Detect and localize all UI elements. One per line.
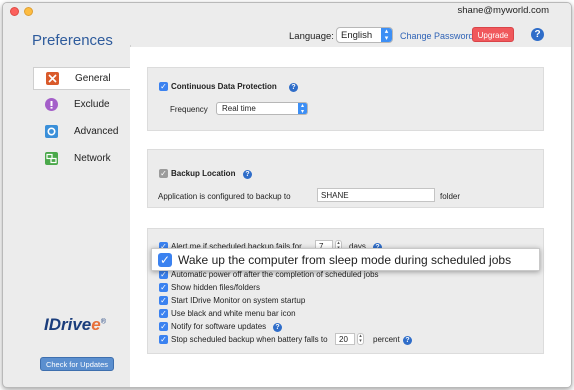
wake-computer-label: Wake up the computer from sleep mode dur…: [178, 253, 512, 267]
preferences-window: shane@myworld.com Preferences Language: …: [2, 2, 572, 388]
options-panel: ✓ Alert me if scheduled backup fails for…: [147, 228, 544, 354]
check-for-updates-button[interactable]: Check for Updates: [40, 357, 114, 371]
close-window-button[interactable]: [10, 7, 19, 16]
battery-help-icon[interactable]: ?: [403, 336, 412, 345]
backup-location-checkbox[interactable]: ✓: [159, 169, 168, 178]
auto-power-off-label: Automatic power off after the completion…: [171, 270, 379, 279]
logo-text: IDrive: [44, 315, 92, 334]
main-content: ✓ Continuous Data Protection ? Frequency…: [130, 47, 571, 387]
frequency-label: Frequency: [170, 105, 208, 114]
sidebar-item-label: General: [75, 73, 111, 84]
bw-menu-icon-label: Use black and white menu bar icon: [171, 309, 296, 318]
wake-computer-checkbox[interactable]: ✓: [158, 253, 172, 267]
stop-battery-checkbox[interactable]: ✓: [159, 335, 168, 344]
show-hidden-checkbox[interactable]: ✓: [159, 283, 168, 292]
sidebar-item-label: Advanced: [74, 126, 119, 137]
notify-updates-checkbox[interactable]: ✓: [159, 322, 168, 331]
cdp-checkbox[interactable]: ✓: [159, 82, 168, 91]
backup-configured-text: Application is configured to backup to: [158, 192, 291, 201]
language-select[interactable]: English ▴ ▾: [336, 27, 393, 43]
change-password-link[interactable]: Change Password: [400, 31, 474, 41]
page-title: Preferences: [32, 32, 113, 49]
cdp-panel: ✓ Continuous Data Protection ? Frequency…: [147, 67, 544, 131]
upgrade-button[interactable]: Upgrade: [472, 27, 514, 42]
sidebar-item-label: Exclude: [74, 99, 110, 110]
show-hidden-label: Show hidden files/folders: [171, 283, 260, 292]
frequency-value: Real time: [222, 104, 256, 113]
network-icon: [45, 152, 58, 165]
bw-menu-icon-checkbox[interactable]: ✓: [159, 309, 168, 318]
wake-computer-callout: ✓ Wake up the computer from sleep mode d…: [151, 248, 540, 271]
language-label: Language:: [289, 31, 334, 42]
tools-icon: [46, 72, 59, 85]
backup-folder-field[interactable]: SHANE: [317, 188, 435, 202]
sidebar-item-label: Network: [74, 153, 111, 164]
battery-percent-stepper[interactable]: ▴ ▾: [357, 333, 364, 345]
sidebar-item-advanced[interactable]: Advanced: [33, 121, 131, 144]
auto-power-off-checkbox[interactable]: ✓: [159, 270, 168, 279]
frequency-select[interactable]: Real time ▴ ▾: [216, 102, 308, 115]
start-monitor-checkbox[interactable]: ✓: [159, 296, 168, 305]
battery-percent-unit: percent: [373, 335, 400, 344]
battery-percent-field[interactable]: 20: [335, 333, 355, 345]
backup-location-label: Backup Location: [171, 169, 236, 178]
idrive-logo: IDrivee®: [44, 315, 106, 335]
stop-battery-label: Stop scheduled backup when battery falls…: [171, 335, 328, 344]
backup-location-help-icon[interactable]: ?: [243, 170, 252, 179]
minimize-window-button[interactable]: [24, 7, 33, 16]
account-email: shane@myworld.com: [457, 5, 549, 16]
sidebar-item-exclude[interactable]: Exclude: [33, 94, 131, 117]
help-icon[interactable]: ?: [531, 28, 544, 41]
backup-location-panel: ✓ Backup Location ? Application is confi…: [147, 149, 544, 208]
gear-icon: [45, 125, 58, 138]
notify-updates-help-icon[interactable]: ?: [273, 323, 282, 332]
language-value: English: [341, 30, 373, 41]
cdp-help-icon[interactable]: ?: [289, 83, 298, 92]
backup-folder-suffix: folder: [440, 192, 461, 201]
logo-e: e: [91, 315, 101, 334]
chevron-updown-icon: ▴ ▾: [381, 28, 392, 42]
notify-updates-label: Notify for software updates: [171, 322, 267, 331]
sidebar-item-general[interactable]: General: [33, 67, 131, 90]
logo-mark: ®: [100, 318, 106, 326]
start-monitor-label: Start IDrive Monitor on system startup: [171, 296, 306, 305]
chevron-updown-icon: ▴ ▾: [298, 103, 307, 115]
sidebar-item-network[interactable]: Network: [33, 148, 131, 171]
cdp-label: Continuous Data Protection: [171, 82, 277, 91]
title-bar: shane@myworld.com: [3, 3, 571, 19]
exclude-icon: [45, 98, 58, 111]
